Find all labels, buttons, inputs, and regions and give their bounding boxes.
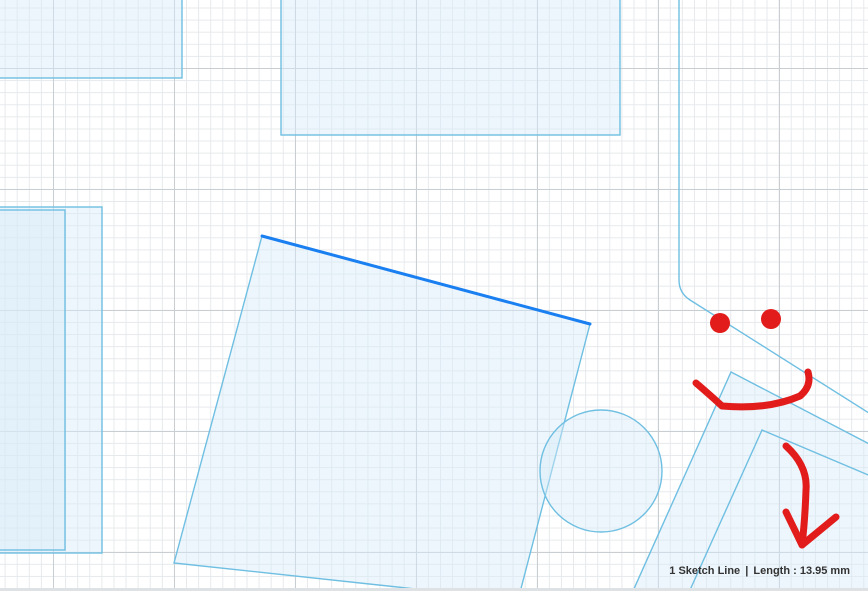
sketch-drawing[interactable] — [0, 0, 868, 591]
length-label: Length : — [753, 565, 797, 577]
length-value: 13.95 mm — [799, 565, 850, 577]
body-rotated-square[interactable] — [173, 235, 591, 591]
body-rectangle-top-left[interactable] — [0, 0, 183, 79]
annotation-eye-left — [710, 313, 730, 333]
body-circle[interactable] — [539, 409, 663, 533]
status-separator: | — [745, 565, 749, 577]
annotation-eye-right — [761, 309, 781, 329]
body-rectangle-top-center[interactable] — [280, 0, 621, 136]
selection-count: 1 — [669, 565, 676, 577]
sketch-canvas[interactable]: 1 Sketch Line | Length : 13.95 mm — [0, 0, 868, 591]
body-profile-right[interactable] — [678, 0, 868, 420]
selection-type: Sketch Line — [678, 565, 741, 577]
selection-status-text: 1 Sketch Line | Length : 13.95 mm — [669, 565, 850, 577]
body-rectangle-left-inner[interactable] — [0, 209, 66, 551]
